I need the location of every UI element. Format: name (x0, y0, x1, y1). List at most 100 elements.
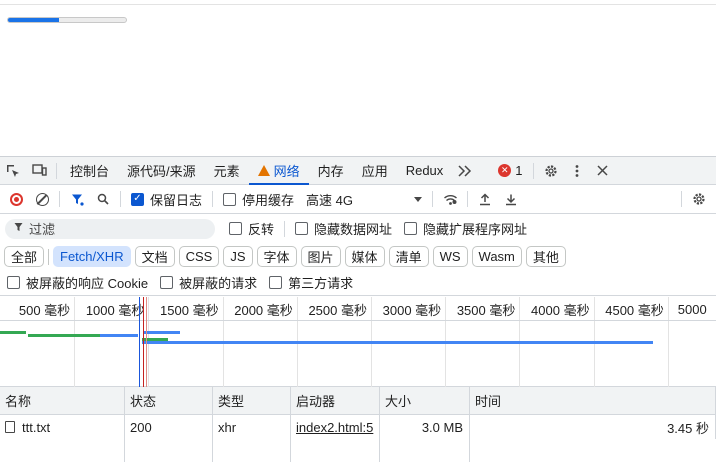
tab-2[interactable]: 元素 (205, 157, 249, 185)
network-settings-gear-icon[interactable] (686, 185, 712, 213)
table-cell-type: xhr (213, 415, 291, 439)
filter-placeholder: 过滤 (29, 222, 56, 237)
tabbar-separator (56, 162, 57, 179)
table-cell-time: 3.45 秒 (470, 415, 716, 439)
toolbar-separator-5 (467, 191, 469, 207)
tab-1[interactable]: 源代码/来源 (118, 157, 205, 185)
preserve-log-check-icon: ✓ (131, 192, 144, 206)
tab-4[interactable]: 内存 (309, 157, 353, 185)
hide-extension-urls-check-box (404, 222, 418, 235)
progress-bar (7, 17, 127, 23)
device-toolbar-icon[interactable] (26, 157, 52, 185)
cell-text: 3.45 秒 (667, 420, 709, 436)
invert-label: 反转 (248, 222, 275, 237)
inspect-element-icon[interactable] (0, 157, 26, 185)
tab-label: 内存 (317, 164, 344, 179)
hide-data-urls-checkbox[interactable]: 隐藏数据网址 (289, 219, 398, 238)
toolbar-separator-4 (432, 191, 434, 207)
column-divider (212, 439, 213, 462)
network-overview-timeline[interactable]: 500 毫秒 1000 毫秒 1500 毫秒 2000 毫秒 2500 毫秒 3000 毫… (0, 297, 716, 387)
chevron-down-icon (414, 196, 423, 202)
blocked-requests-checkbox[interactable]: 被屏蔽的请求 (154, 273, 263, 292)
tab-label: Redux (405, 163, 444, 178)
tab-0[interactable]: 控制台 (61, 157, 118, 185)
invert-checkbox[interactable]: 反转 (223, 219, 280, 238)
column-header[interactable]: 时间 (470, 387, 716, 415)
hide-data-urls-label: 隐藏数据网址 (314, 222, 393, 237)
type-filter-chip[interactable]: 其他 (525, 246, 566, 267)
disable-cache-checkbox[interactable]: 停用缓存 (217, 190, 300, 209)
clear-button[interactable] (29, 185, 55, 213)
type-filter-chip[interactable]: 全部 (4, 246, 45, 267)
page-divider (0, 4, 716, 5)
error-count: 1 (515, 163, 523, 178)
dom-content-loaded-line (139, 297, 140, 387)
disable-cache-label: 停用缓存 (242, 192, 295, 208)
import-har-icon[interactable] (472, 185, 498, 213)
overview-ruler: 500 毫秒 1000 毫秒 1500 毫秒 2000 毫秒 2500 毫秒 3000 毫… (0, 297, 716, 321)
column-header[interactable]: 类型 (213, 387, 291, 415)
error-count-badge[interactable]: ✕ 1 (492, 163, 528, 178)
type-filter-chip[interactable]: 图片 (300, 246, 341, 267)
record-icon (9, 192, 23, 206)
load-event-line (143, 297, 144, 387)
type-filter-chip[interactable]: Fetch/XHR (53, 246, 131, 267)
table-cell-name[interactable]: ttt.txt (0, 415, 125, 439)
record-button[interactable] (3, 185, 29, 213)
search-icon[interactable] (90, 185, 116, 213)
column-divider (379, 439, 380, 462)
invert-check-box (229, 222, 242, 235)
browser-window: 控制台 源代码/来源 元素 网络 内存 应用 Redux ✕ 1 ✓ 保留日志 … (0, 0, 716, 462)
tab-label: 应用 (361, 164, 388, 179)
close-devtools-icon[interactable] (590, 157, 616, 185)
type-filter-chip[interactable]: 清单 (388, 246, 429, 267)
table-cell-size: 3.0 MB (380, 415, 470, 439)
resource-type-bar: 全部 Fetch/XHR 文档 CSS JS 字体 图片 媒体 清单 WS Wasm 其他 (0, 243, 716, 270)
more-options-icon[interactable] (564, 157, 590, 185)
network-conditions-icon[interactable] (437, 185, 463, 213)
column-divider (469, 439, 470, 462)
type-filter-chip[interactable]: Wasm (471, 246, 522, 267)
table-cell-initiator[interactable]: index2.html:5 (291, 415, 380, 439)
column-divider (124, 439, 125, 462)
export-har-icon[interactable] (498, 185, 524, 213)
more-tabs-icon[interactable] (452, 157, 478, 185)
cell-text: ttt.txt (22, 419, 51, 435)
overview-bar-blue-2 (144, 331, 180, 334)
column-header[interactable]: 状态 (125, 387, 213, 415)
type-filter-chip[interactable]: 媒体 (344, 246, 385, 267)
requests-table: 名称 状态 类型 启动器 大小 时间 ttt.txt 200 xhr index2.html:5 3… (0, 387, 716, 462)
filter-icon (14, 222, 23, 235)
file-icon (5, 421, 15, 433)
tab-6[interactable]: Redux (397, 157, 453, 185)
overview-tick-label: 4500 毫秒 (605, 302, 664, 318)
page-content (0, 0, 716, 156)
type-filter-chip[interactable]: JS (223, 246, 253, 267)
filter-input[interactable]: 过滤 (5, 218, 215, 239)
settings-gear-icon[interactable] (538, 157, 564, 185)
filter-toggle-icon[interactable] (64, 185, 90, 213)
type-filter-chip[interactable]: CSS (178, 246, 220, 267)
blocked-response-cookies-checkbox[interactable]: 被屏蔽的响应 Cookie (2, 273, 154, 292)
hide-extension-urls-checkbox[interactable]: 隐藏扩展程序网址 (398, 219, 533, 238)
type-filter-chip[interactable]: 字体 (256, 246, 297, 267)
blocked-response-cookies-label: 被屏蔽的响应 Cookie (26, 276, 149, 291)
tab-5[interactable]: 应用 (353, 157, 397, 185)
column-header[interactable]: 名称 (0, 387, 125, 415)
type-filter-chip[interactable]: 文档 (134, 246, 175, 267)
third-party-requests-checkbox[interactable]: 第三方请求 (263, 273, 359, 292)
column-header[interactable]: 启动器 (291, 387, 380, 415)
overview-tick-label: 2500 毫秒 (308, 302, 367, 318)
blocked-requests-check-box (160, 276, 174, 289)
preserve-log-label: 保留日志 (150, 192, 203, 208)
type-filter-chip[interactable]: WS (432, 246, 468, 267)
overview-tick-label: 4000 毫秒 (531, 302, 590, 318)
tab-3[interactable]: 网络 (248, 157, 309, 185)
error-icon: ✕ (498, 164, 512, 177)
throttling-select[interactable]: 高速 4G (300, 190, 428, 209)
overview-bar-blue-3 (142, 341, 653, 344)
preserve-log-checkbox[interactable]: ✓ 保留日志 (125, 190, 208, 209)
cell-text: 200 (130, 419, 152, 435)
column-header[interactable]: 大小 (380, 387, 470, 415)
overview-tick-label: 2000 毫秒 (234, 302, 293, 318)
